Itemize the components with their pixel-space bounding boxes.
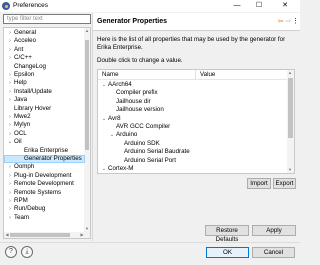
tree-vertical-scrollbar[interactable]: ▲ ▼ [84,28,90,238]
table-scroll-thumb[interactable] [288,78,293,138]
collapse-arrow-icon[interactable]: ⌄ [101,165,107,173]
tree-item[interactable]: Team [14,214,29,222]
table-scroll-up-icon[interactable]: ▲ [287,70,293,76]
tree-item[interactable]: OCL [14,130,27,138]
preferences-tree: ▲ ▼ ◀ ▶ › General › Acceleo › Ant › C/C++ Change… [3,27,91,239]
tree-item[interactable]: Oil [14,138,22,146]
tree-item[interactable]: Run/Debug [14,205,45,213]
table-row[interactable]: Jailhouse dir [116,98,151,106]
tree-item[interactable]: Oomph [14,163,34,171]
expand-arrow-icon[interactable]: › [7,79,13,87]
table-row[interactable]: Compiler prefix [116,89,158,97]
expand-arrow-icon[interactable]: › [7,197,13,205]
tree-item[interactable]: ChangeLog [14,63,46,71]
tree-item[interactable]: Help [14,79,27,87]
tree-item[interactable]: Mylyn [14,121,30,129]
table-row[interactable]: ARM GCC Compiler [116,173,172,174]
scroll-up-icon[interactable]: ▲ [84,28,90,34]
table-scroll-down-icon[interactable]: ▼ [287,167,293,173]
collapse-arrow-icon[interactable]: ⌄ [101,81,107,89]
ok-button[interactable]: OK [206,247,249,258]
tree-scroll-thumb[interactable] [85,40,89,150]
table-row[interactable]: Arduino Serial Port [124,157,176,165]
filter-input[interactable]: type filter text [3,14,91,24]
eclipse-app-icon [2,2,10,10]
view-menu-icon[interactable]: ⋮ [292,18,299,26]
tree-horizontal-scrollbar[interactable]: ◀ ▶ [4,232,85,238]
restore-defaults-button[interactable]: Restore Defaults [205,225,249,243]
table-row[interactable]: Avr8 [108,115,121,123]
tree-item[interactable]: Java [14,96,27,104]
tree-item[interactable]: C/C++ [14,54,32,62]
expand-arrow-icon[interactable]: › [7,121,13,129]
help-icon[interactable]: ? [5,246,17,258]
table-row[interactable]: Arduino [116,131,137,139]
expand-arrow-icon[interactable]: › [7,180,13,188]
tree-item[interactable]: Install/Update [14,88,52,96]
expand-arrow-icon[interactable]: › [7,37,13,45]
tree-item[interactable]: General [14,29,36,37]
apply-button[interactable]: Apply [252,225,296,236]
cancel-button[interactable]: Cancel [252,247,295,258]
table-row[interactable]: Jailhouse version [116,106,164,114]
tree-item[interactable]: Plug-in Development [14,172,71,180]
page-hint: Double click to change a value. [97,57,183,64]
tree-item[interactable]: RPM [14,197,28,205]
table-row[interactable]: Arduino SDK [124,140,160,148]
tree-item[interactable]: Remote Systems [14,189,61,197]
tree-item[interactable]: Library Hover [14,105,51,113]
expand-arrow-icon[interactable]: › [7,29,13,37]
expand-arrow-icon[interactable]: › [7,71,13,79]
table-row[interactable]: AVR GCC Compiler [116,123,170,131]
tree-item[interactable]: Generator Properties [24,155,82,163]
expand-arrow-icon[interactable]: › [7,54,13,62]
header-divider [98,79,289,80]
close-button[interactable]: ✕ [276,0,294,12]
maximize-button[interactable]: ☐ [250,0,268,12]
collapse-arrow-icon[interactable]: ⌄ [101,115,107,123]
tree-item[interactable]: Ant [14,46,23,54]
tree-item[interactable]: Acceleo [14,37,36,45]
pane-splitter[interactable] [92,13,93,241]
column-header-value[interactable]: Value [196,70,289,79]
tree-hscroll-thumb[interactable] [10,233,70,237]
table-row[interactable]: Arduino Serial Baudrate [124,148,190,156]
table-row[interactable]: AArch64 [108,81,132,89]
tree-item[interactable]: Erika Enterprise [24,147,68,155]
minimize-button[interactable]: — [228,0,246,12]
expand-arrow-icon[interactable]: › [7,205,13,213]
footer-separator [0,242,300,243]
table-row[interactable]: Cortex-M [108,165,133,173]
expand-arrow-icon[interactable]: › [7,88,13,96]
expand-arrow-icon[interactable]: › [7,189,13,197]
collapse-arrow-icon[interactable]: ⌄ [109,131,115,139]
window-title: Preferences [13,2,49,9]
scroll-right-icon[interactable]: ▶ [79,232,85,238]
expand-arrow-icon[interactable]: › [7,113,13,121]
expand-arrow-icon[interactable]: › [7,163,13,171]
import-button[interactable]: Import [247,178,271,189]
expand-arrow-icon[interactable]: › [7,96,13,104]
properties-table[interactable]: Name Value ▲ ▼ ⌄ AArch64 Compiler prefix Ja… [97,69,295,174]
column-header-name[interactable]: Name [98,70,196,79]
tree-item[interactable]: Epsilon [14,71,34,79]
collapse-arrow-icon[interactable]: ⌄ [7,138,13,146]
table-vertical-scrollbar[interactable]: ▲ ▼ [287,70,294,173]
import-preferences-icon[interactable]: ⤓ [21,246,33,258]
expand-arrow-icon[interactable]: › [7,172,13,180]
tree-item[interactable]: Mwe2 [14,113,31,121]
expand-arrow-icon[interactable]: › [7,214,13,222]
page-title: Generator Properties [97,18,168,25]
page-description: Here is the list of all properties that … [97,36,286,51]
expand-arrow-icon[interactable]: › [7,130,13,138]
expand-arrow-icon[interactable]: › [7,46,13,54]
tree-item[interactable]: Remote Development [14,180,74,188]
export-button[interactable]: Export [273,178,296,189]
